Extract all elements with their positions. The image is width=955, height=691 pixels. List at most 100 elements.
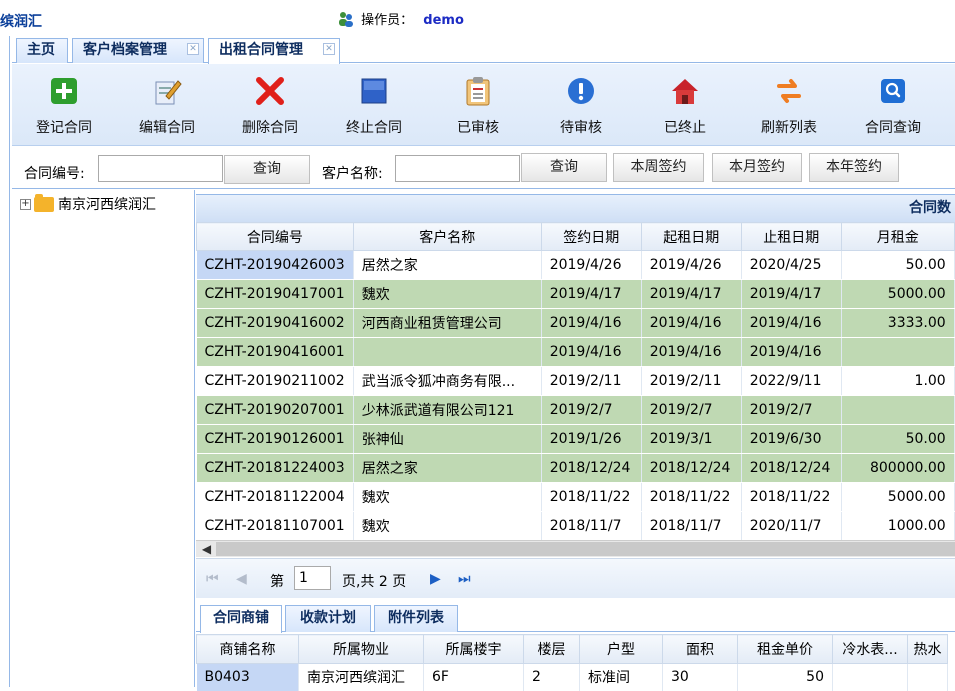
table-cell: CZHT-20190426003 [196,250,354,280]
left-collapsed-panel[interactable] [0,36,10,687]
tab-home[interactable]: 主页 [16,38,68,63]
table-cell: 50 [737,663,833,691]
first-page-icon[interactable]: ⏮ [206,571,219,587]
query-icon [845,72,941,110]
contract-no-input[interactable] [98,155,223,182]
operator-info: 操作员： demo [338,9,464,31]
table-cell: 1.00 [841,366,955,396]
page-prefix: 第 [270,574,284,590]
scroll-left-icon[interactable]: ◀ [198,541,215,557]
terminate-contract-button[interactable]: 终止合同 [326,72,422,137]
grid-title: 合同数 [196,194,955,222]
register-contract-button[interactable]: 登记合同 [16,72,112,137]
column-header[interactable]: 月租金 [840,222,955,251]
tab-label: 出租合同管理 [219,42,303,58]
table-cell: 2019/4/16 [541,337,642,367]
column-header[interactable]: 所属楼宇 [423,634,524,664]
table-cell: 2 [523,663,580,691]
table-cell: 2019/4/17 [741,279,842,309]
pending-audit-button[interactable]: 待审核 [533,72,629,137]
horizontal-scrollbar[interactable]: ◀ [196,540,955,557]
audited-button[interactable]: 已审核 [430,72,526,137]
table-row[interactable]: CZHT-20181224003 居然之家 2018/12/24 2018/12/24… [196,453,955,483]
tab-attachments[interactable]: 附件列表 [374,605,458,632]
column-header[interactable]: 租金单价 [737,634,833,664]
top-bar: 缤润汇 操作员： demo [0,0,955,36]
table-cell: 南京河西缤润汇 [298,663,424,691]
table-row[interactable]: CZHT-20190417001 魏欢 2019/4/17 2019/4/17 2019… [196,279,955,309]
table-cell: 2018/11/22 [541,482,642,512]
tab-lease-contract[interactable]: 出租合同管理 ✕ [208,38,340,64]
column-header[interactable]: 楼层 [523,634,580,664]
table-cell [907,663,948,691]
contract-query-button[interactable]: 合同查询 [845,72,941,137]
scroll-thumb[interactable] [216,542,955,556]
add-icon [16,72,112,110]
table-cell: 2018/11/7 [541,511,642,541]
column-header[interactable]: 客户名称 [352,222,542,251]
table-cell: 2019/4/26 [641,250,742,280]
this-month-button[interactable]: 本月签约 [712,153,802,182]
table-row[interactable]: B0403 南京河西缤润汇 6F 2 标准间 30 50 [196,663,948,691]
table-row[interactable]: CZHT-20190416001 2019/4/16 2019/4/16 2019/4… [196,337,955,367]
terminated-button[interactable]: 已终止 [637,72,733,137]
table-cell: 居然之家 [353,250,542,280]
table-row[interactable]: CZHT-20190211002 武当派令狐冲商务有限... 2019/2/11 20… [196,366,955,396]
customer-name-input[interactable] [395,155,520,182]
column-header[interactable]: 止租日期 [740,222,842,251]
column-header[interactable]: 面积 [662,634,738,664]
column-header[interactable]: 冷水表... [832,634,908,664]
column-header[interactable]: 商铺名称 [196,634,299,664]
column-header[interactable]: 户型 [579,634,663,664]
table-cell: 2019/1/26 [541,424,642,454]
tree-node[interactable]: + 南京河西缤润汇 [20,193,156,214]
brand-title: 缤润汇 [0,14,42,30]
table-row[interactable]: CZHT-20190426003 居然之家 2019/4/26 2019/4/26 20… [196,250,955,280]
page-number-input[interactable]: 1 [294,566,331,590]
table-cell: 2019/6/30 [741,424,842,454]
toolbar: 登记合同 编辑合同 删除合同 终止合同 已审核 待审核 已终止 刷新列表 合同查… [12,64,955,146]
table-row[interactable]: CZHT-20190207001 少林派武道有限公司121 2019/2/7 2019… [196,395,955,425]
tab-payment-plan[interactable]: 收款计划 [285,605,371,632]
table-cell: 2019/2/7 [641,395,742,425]
table-row[interactable]: CZHT-20181107001 魏欢 2018/11/7 2018/11/7 2020… [196,511,955,541]
table-row[interactable]: CZHT-20181122004 魏欢 2018/11/22 2018/11/22 20… [196,482,955,512]
column-header[interactable]: 合同编号 [196,222,354,251]
button-label: 刷新列表 [761,120,817,136]
tab-customer-archive[interactable]: 客户档案管理 ✕ [72,38,204,63]
column-header[interactable]: 所属物业 [298,634,424,664]
shop-table: 商铺名称 所属物业 所属楼宇 楼层 户型 面积 租金单价 冷水表... 热水 B0403 南京河西… [196,634,948,691]
this-week-button[interactable]: 本周签约 [613,153,704,182]
this-year-button[interactable]: 本年签约 [809,153,899,182]
table-cell: CZHT-20190416002 [196,308,354,338]
table-cell: 2019/4/16 [641,337,742,367]
refresh-list-button[interactable]: 刷新列表 [741,72,837,137]
table-cell: 2019/4/16 [741,337,842,367]
main-tabbar: 主页 客户档案管理 ✕ 出租合同管理 ✕ [12,36,955,64]
delete-contract-button[interactable]: 删除合同 [222,72,318,137]
pending-icon [533,72,629,110]
expand-icon[interactable]: + [20,198,31,210]
close-icon[interactable]: ✕ [323,43,335,55]
prev-page-icon[interactable]: ◀ [236,571,247,587]
tab-contract-shops[interactable]: 合同商铺 [200,605,282,633]
table-cell: 少林派武道有限公司121 [353,395,542,425]
tab-label: 主页 [27,42,55,58]
table-row[interactable]: CZHT-20190416002 河西商业租赁管理公司 2019/4/16 2019/… [196,308,955,338]
column-header[interactable]: 签约日期 [540,222,642,251]
column-header[interactable]: 热水 [907,634,948,664]
table-cell: 6F [423,663,524,691]
query-customer-button[interactable]: 查询 [521,153,607,182]
table-row[interactable]: CZHT-20190126001 张神仙 2019/1/26 2019/3/1 2019… [196,424,955,454]
edit-contract-button[interactable]: 编辑合同 [119,72,215,137]
next-page-icon[interactable]: ▶ [430,571,441,587]
table-cell: CZHT-20190417001 [196,279,354,309]
close-icon[interactable]: ✕ [187,43,199,55]
folder-icon [34,193,54,212]
table-cell: CZHT-20181122004 [196,482,354,512]
column-header[interactable]: 起租日期 [640,222,742,251]
contract-no-label: 合同编号: [24,166,85,182]
last-page-icon[interactable]: ⏭ [458,571,471,587]
query-contract-button[interactable]: 查询 [224,155,310,184]
table-cell: 2018/12/24 [541,453,642,483]
